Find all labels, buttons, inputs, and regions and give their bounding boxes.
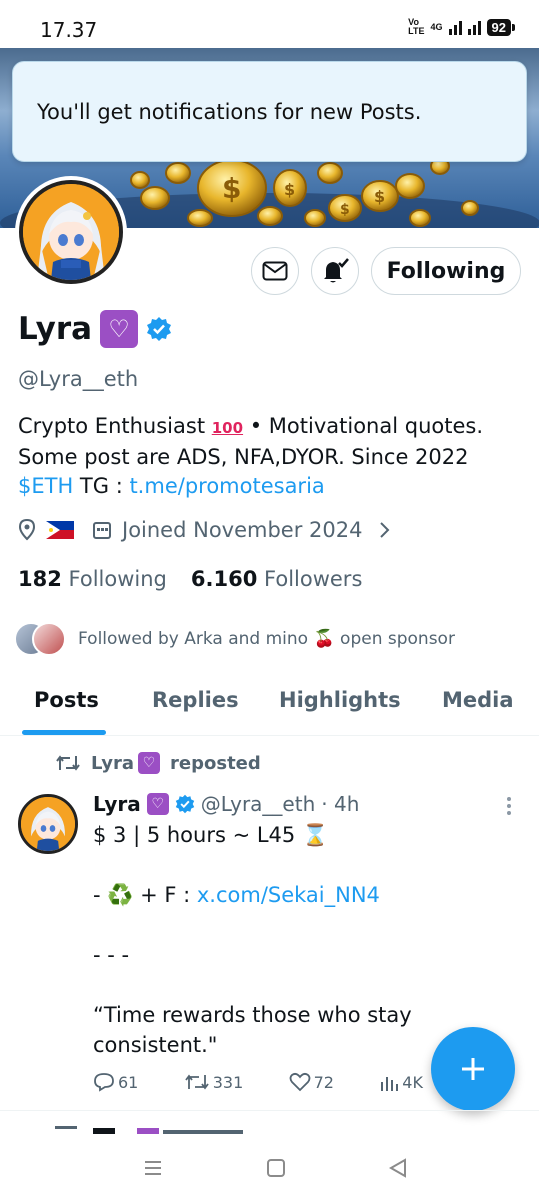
svg-text:$: $ xyxy=(374,187,385,206)
message-button[interactable] xyxy=(251,247,299,295)
followed-by-row[interactable]: Followed by Arka and mino 🍒 open sponsor xyxy=(14,622,455,656)
status-time: 17.37 xyxy=(40,18,98,42)
followed-by-text: Followed by Arka and mino 🍒 open sponsor xyxy=(78,629,455,649)
tab-replies[interactable]: Replies xyxy=(152,688,239,712)
active-tab-indicator xyxy=(22,730,106,735)
hundred-emoji: 100 xyxy=(211,419,244,437)
status-icons: Vo LTE 4G 92 xyxy=(408,17,516,36)
tab-media[interactable]: Media xyxy=(442,688,514,712)
post-line-2-prefix: - ♻️ + F : xyxy=(93,883,197,907)
post-body[interactable]: $ 3 | 5 hours ~ L45 ⌛ - ♻️ + F : x.com/S… xyxy=(93,820,513,1060)
telegram-link[interactable]: t.me/promotesaria xyxy=(129,474,324,498)
bell-check-icon xyxy=(324,258,349,283)
post-verified-icon xyxy=(175,794,195,814)
system-nav-bar xyxy=(0,1136,539,1200)
repost-count: 331 xyxy=(212,1072,244,1092)
heart-icon xyxy=(289,1072,310,1092)
like-action[interactable]: 72 xyxy=(289,1072,334,1092)
bio-text: Crypto Enthusiast xyxy=(18,414,206,438)
verified-badge-icon[interactable] xyxy=(146,316,172,342)
cashtag-link[interactable]: $ETH xyxy=(18,474,73,498)
profile-avatar[interactable] xyxy=(15,176,127,288)
battery-icon: 92 xyxy=(486,18,516,36)
profile-stats: 182 Following 6.160 Followers xyxy=(18,567,362,591)
reply-count: 61 xyxy=(118,1072,139,1092)
following-stat[interactable]: 182 Following xyxy=(18,567,167,591)
view-count: 4K xyxy=(402,1072,423,1092)
envelope-icon xyxy=(262,261,288,281)
repost-indicator[interactable]: Lyra ♡ reposted xyxy=(55,752,261,774)
repost-icon xyxy=(56,755,80,771)
profile-meta: Joined November 2024 xyxy=(18,518,392,542)
like-count: 72 xyxy=(313,1072,334,1092)
compose-button[interactable] xyxy=(431,1027,515,1111)
signal-icon xyxy=(448,19,462,35)
author-heart-icon: ♡ xyxy=(146,793,169,815)
post-avatar-art xyxy=(21,797,75,851)
plus-icon xyxy=(462,1058,484,1080)
post-line-4: “Time rewards those who stay xyxy=(93,1003,412,1027)
reply-action[interactable]: 61 xyxy=(93,1072,138,1092)
toast-message: You'll get notifications for new Posts. xyxy=(37,100,422,124)
reply-icon xyxy=(94,1073,114,1092)
avatar-image xyxy=(19,180,123,284)
post-line-1: $ 3 | 5 hours ~ L45 ⌛ xyxy=(93,823,329,847)
mini-avatar-2 xyxy=(32,622,66,656)
profile-tabs: Posts Replies Highlights Media xyxy=(0,668,539,736)
bio-line-2: Some post are ADS, NFA,DYOR. Since 2022 xyxy=(18,445,469,469)
menu-icon[interactable] xyxy=(143,1158,163,1178)
anime-avatar-art xyxy=(23,184,119,280)
post-actions: 61 331 72 4K xyxy=(93,1072,423,1092)
following-button[interactable]: Following xyxy=(371,247,521,295)
post-handle[interactable]: @Lyra__eth xyxy=(201,792,315,816)
profile-bio: Crypto Enthusiast 100 • Motivational quo… xyxy=(18,412,523,501)
back-icon[interactable] xyxy=(388,1158,408,1178)
heart-emoji-icon: ♡ xyxy=(100,310,139,348)
calendar-icon xyxy=(93,522,111,539)
post-link[interactable]: x.com/Sekai_NN4 xyxy=(197,883,380,907)
post-author-name[interactable]: Lyra xyxy=(93,792,141,816)
post-divider xyxy=(0,1110,539,1111)
post-time: · 4h xyxy=(321,792,360,816)
svg-text:$: $ xyxy=(222,172,241,205)
post-line-3: - - - xyxy=(93,943,130,967)
tab-posts[interactable]: Posts xyxy=(34,688,99,712)
home-icon[interactable] xyxy=(266,1158,286,1178)
notifications-button[interactable] xyxy=(311,247,359,295)
repost-action[interactable]: 331 xyxy=(184,1072,244,1092)
svg-text:$: $ xyxy=(340,202,350,218)
repost-name: Lyra xyxy=(91,752,135,774)
status-bar: 17.37 Vo LTE 4G 92 xyxy=(0,0,539,48)
joined-date: Joined November 2024 xyxy=(122,518,363,542)
views-action[interactable]: 4K xyxy=(379,1072,423,1092)
repost-label: reposted xyxy=(170,752,261,774)
volte-icon: Vo LTE xyxy=(408,17,425,36)
bio-text-rest: • Motivational quotes. xyxy=(243,414,483,438)
profile-name-row: Lyra ♡ xyxy=(18,310,172,348)
philippines-flag-icon xyxy=(46,521,74,539)
views-chart-icon xyxy=(381,1077,399,1091)
repost-action-icon xyxy=(184,1074,209,1090)
network-type: 4G xyxy=(430,22,443,32)
svg-text:$: $ xyxy=(284,180,295,199)
location-pin-icon xyxy=(18,519,36,541)
more-options-icon[interactable] xyxy=(505,796,513,816)
post-author-avatar[interactable] xyxy=(18,794,78,854)
post-header: Lyra ♡ @Lyra__eth · 4h xyxy=(93,792,359,816)
notification-toast: You'll get notifications for new Posts. xyxy=(12,61,527,162)
small-heart-icon: ♡ xyxy=(138,752,161,774)
tg-label: TG : xyxy=(73,474,130,498)
profile-handle: @Lyra__eth xyxy=(18,367,139,391)
chevron-right-icon[interactable] xyxy=(378,521,392,539)
signal-icon-2 xyxy=(467,19,481,35)
profile-name: Lyra xyxy=(18,311,93,347)
tab-highlights[interactable]: Highlights xyxy=(279,688,401,712)
next-post-peek xyxy=(55,1126,255,1134)
follower-avatars xyxy=(14,622,70,656)
followers-stat[interactable]: 6.160 Followers xyxy=(191,567,363,591)
